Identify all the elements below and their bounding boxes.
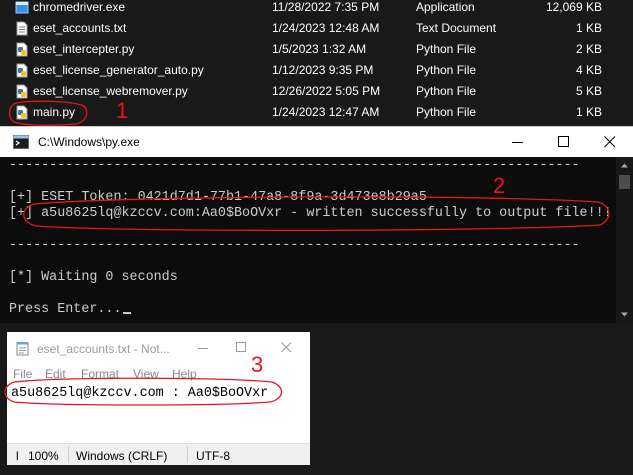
- console-titlebar[interactable]: C:\Windows\py.exe: [0, 126, 633, 157]
- minimize-icon: [512, 142, 523, 143]
- file-size: 5 KB: [575, 84, 602, 98]
- console-line: ----------------------------------------…: [9, 158, 580, 173]
- notepad-text-area[interactable]: a5u8625lq@kzccv.com : Aa0$BoOVxr: [7, 384, 310, 443]
- file-name: eset_license_generator_auto.py: [33, 63, 204, 77]
- console-app-icon: [13, 135, 29, 149]
- console-output[interactable]: ----------------------------------------…: [0, 157, 614, 323]
- maximize-icon: [236, 342, 246, 352]
- exe-icon: [15, 1, 29, 14]
- file-row-license-generator[interactable]: eset_license_generator_auto.py 1/12/2023…: [0, 60, 633, 81]
- console-maximize-button[interactable]: [541, 127, 587, 157]
- file-row-chromedriver[interactable]: chromedriver.exe 11/28/2022 7:35 PM Appl…: [0, 0, 633, 18]
- console-scrollbar[interactable]: [616, 157, 633, 323]
- console-minimize-button[interactable]: [495, 127, 541, 157]
- file-explorer-list: chromedriver.exe 11/28/2022 7:35 PM Appl…: [0, 0, 633, 126]
- python-icon: [16, 63, 28, 78]
- console-window[interactable]: C:\Windows\py.exe ----------------------…: [0, 126, 633, 323]
- txt-icon: [16, 21, 28, 36]
- notepad-close-button[interactable]: [264, 332, 304, 363]
- close-icon: [281, 342, 292, 353]
- file-date: 1/24/2023 12:48 AM: [272, 21, 380, 35]
- file-type: Text Document: [416, 21, 497, 35]
- scroll-down-arrow-icon[interactable]: [621, 312, 628, 317]
- file-type: Python File: [416, 42, 477, 56]
- python-icon: [16, 42, 28, 57]
- file-date: 11/28/2022 7:35 PM: [272, 0, 380, 14]
- notepad-maximize-button[interactable]: [224, 332, 264, 363]
- status-zoom: 100%: [28, 449, 59, 463]
- file-name: eset_license_webremover.py: [33, 84, 188, 98]
- scroll-up-arrow-icon[interactable]: [621, 163, 628, 168]
- close-icon: [604, 136, 616, 148]
- console-line: [*] Waiting 0 seconds: [9, 270, 178, 285]
- notepad-statusbar: l 100% Windows (CRLF) UTF-8: [7, 443, 310, 465]
- console-line: ----------------------------------------…: [9, 238, 580, 253]
- file-name: chromedriver.exe: [33, 0, 126, 14]
- file-row-eset-accounts[interactable]: eset_accounts.txt 1/24/2023 12:48 AM Tex…: [0, 18, 633, 39]
- notepad-minimize-button[interactable]: [184, 332, 224, 363]
- python-icon: [16, 105, 28, 120]
- console-line: [+] a5u8625lq@kzccv.com:Aa0$BoOVxr - wri…: [9, 206, 612, 221]
- file-size: 12,069 KB: [545, 0, 602, 14]
- file-name: main.py: [33, 105, 76, 119]
- menu-edit[interactable]: Edit: [45, 367, 66, 381]
- file-name: eset_accounts.txt: [33, 21, 127, 35]
- console-title: C:\Windows\py.exe: [38, 135, 140, 149]
- scrollbar-thumb[interactable]: [619, 175, 630, 189]
- notepad-title: eset_accounts.txt - Not...: [37, 342, 170, 356]
- file-date: 1/5/2023 1:32 AM: [272, 42, 367, 56]
- menu-help[interactable]: Help: [172, 367, 197, 381]
- minimize-icon: [198, 348, 208, 349]
- python-icon: [16, 84, 28, 99]
- console-prompt-text: Press Enter...: [9, 302, 122, 317]
- file-date: 1/24/2023 12:47 AM: [272, 105, 380, 119]
- status-encoding: UTF-8: [196, 449, 230, 463]
- file-date: 1/12/2023 9:35 PM: [272, 63, 374, 77]
- notepad-content: a5u8625lq@kzccv.com : Aa0$BoOVxr: [11, 386, 269, 401]
- file-date: 12/26/2022 5:05 PM: [272, 84, 381, 98]
- file-type: Application: [416, 0, 475, 14]
- file-row-license-webremover[interactable]: eset_license_webremover.py 12/26/2022 5:…: [0, 81, 633, 102]
- status-divider: [68, 446, 69, 463]
- status-position: l: [16, 449, 19, 463]
- file-row-eset-intercepter[interactable]: eset_intercepter.py 1/5/2023 1:32 AM Pyt…: [0, 39, 633, 60]
- console-line: [+] ESET Token: 0421d7d1-77b1-47a8-8f9a-…: [9, 190, 427, 205]
- status-divider: [187, 446, 188, 463]
- file-size: 1 KB: [575, 105, 602, 119]
- console-close-button[interactable]: [587, 127, 633, 157]
- file-size: 1 KB: [575, 21, 602, 35]
- menu-file[interactable]: File: [13, 367, 32, 381]
- status-line-ending: Windows (CRLF): [76, 449, 168, 463]
- file-size: 4 KB: [575, 63, 602, 77]
- notepad-window[interactable]: eset_accounts.txt - Not... File Edit For…: [7, 332, 310, 465]
- notepad-menubar: File Edit Format View Help: [7, 364, 310, 384]
- notepad-titlebar[interactable]: eset_accounts.txt - Not...: [7, 332, 310, 364]
- menu-view[interactable]: View: [133, 367, 159, 381]
- file-type: Python File: [416, 105, 477, 119]
- file-row-main-py[interactable]: main.py 1/24/2023 12:47 AM Python File 1…: [0, 102, 633, 123]
- text-cursor: [122, 312, 131, 314]
- file-type: Python File: [416, 63, 477, 77]
- file-type: Python File: [416, 84, 477, 98]
- notepad-app-icon: [16, 342, 29, 356]
- console-prompt-line: Press Enter...: [9, 302, 131, 317]
- file-name: eset_intercepter.py: [33, 42, 135, 56]
- file-size: 2 KB: [575, 42, 602, 56]
- menu-format[interactable]: Format: [81, 367, 119, 381]
- maximize-icon: [558, 136, 569, 147]
